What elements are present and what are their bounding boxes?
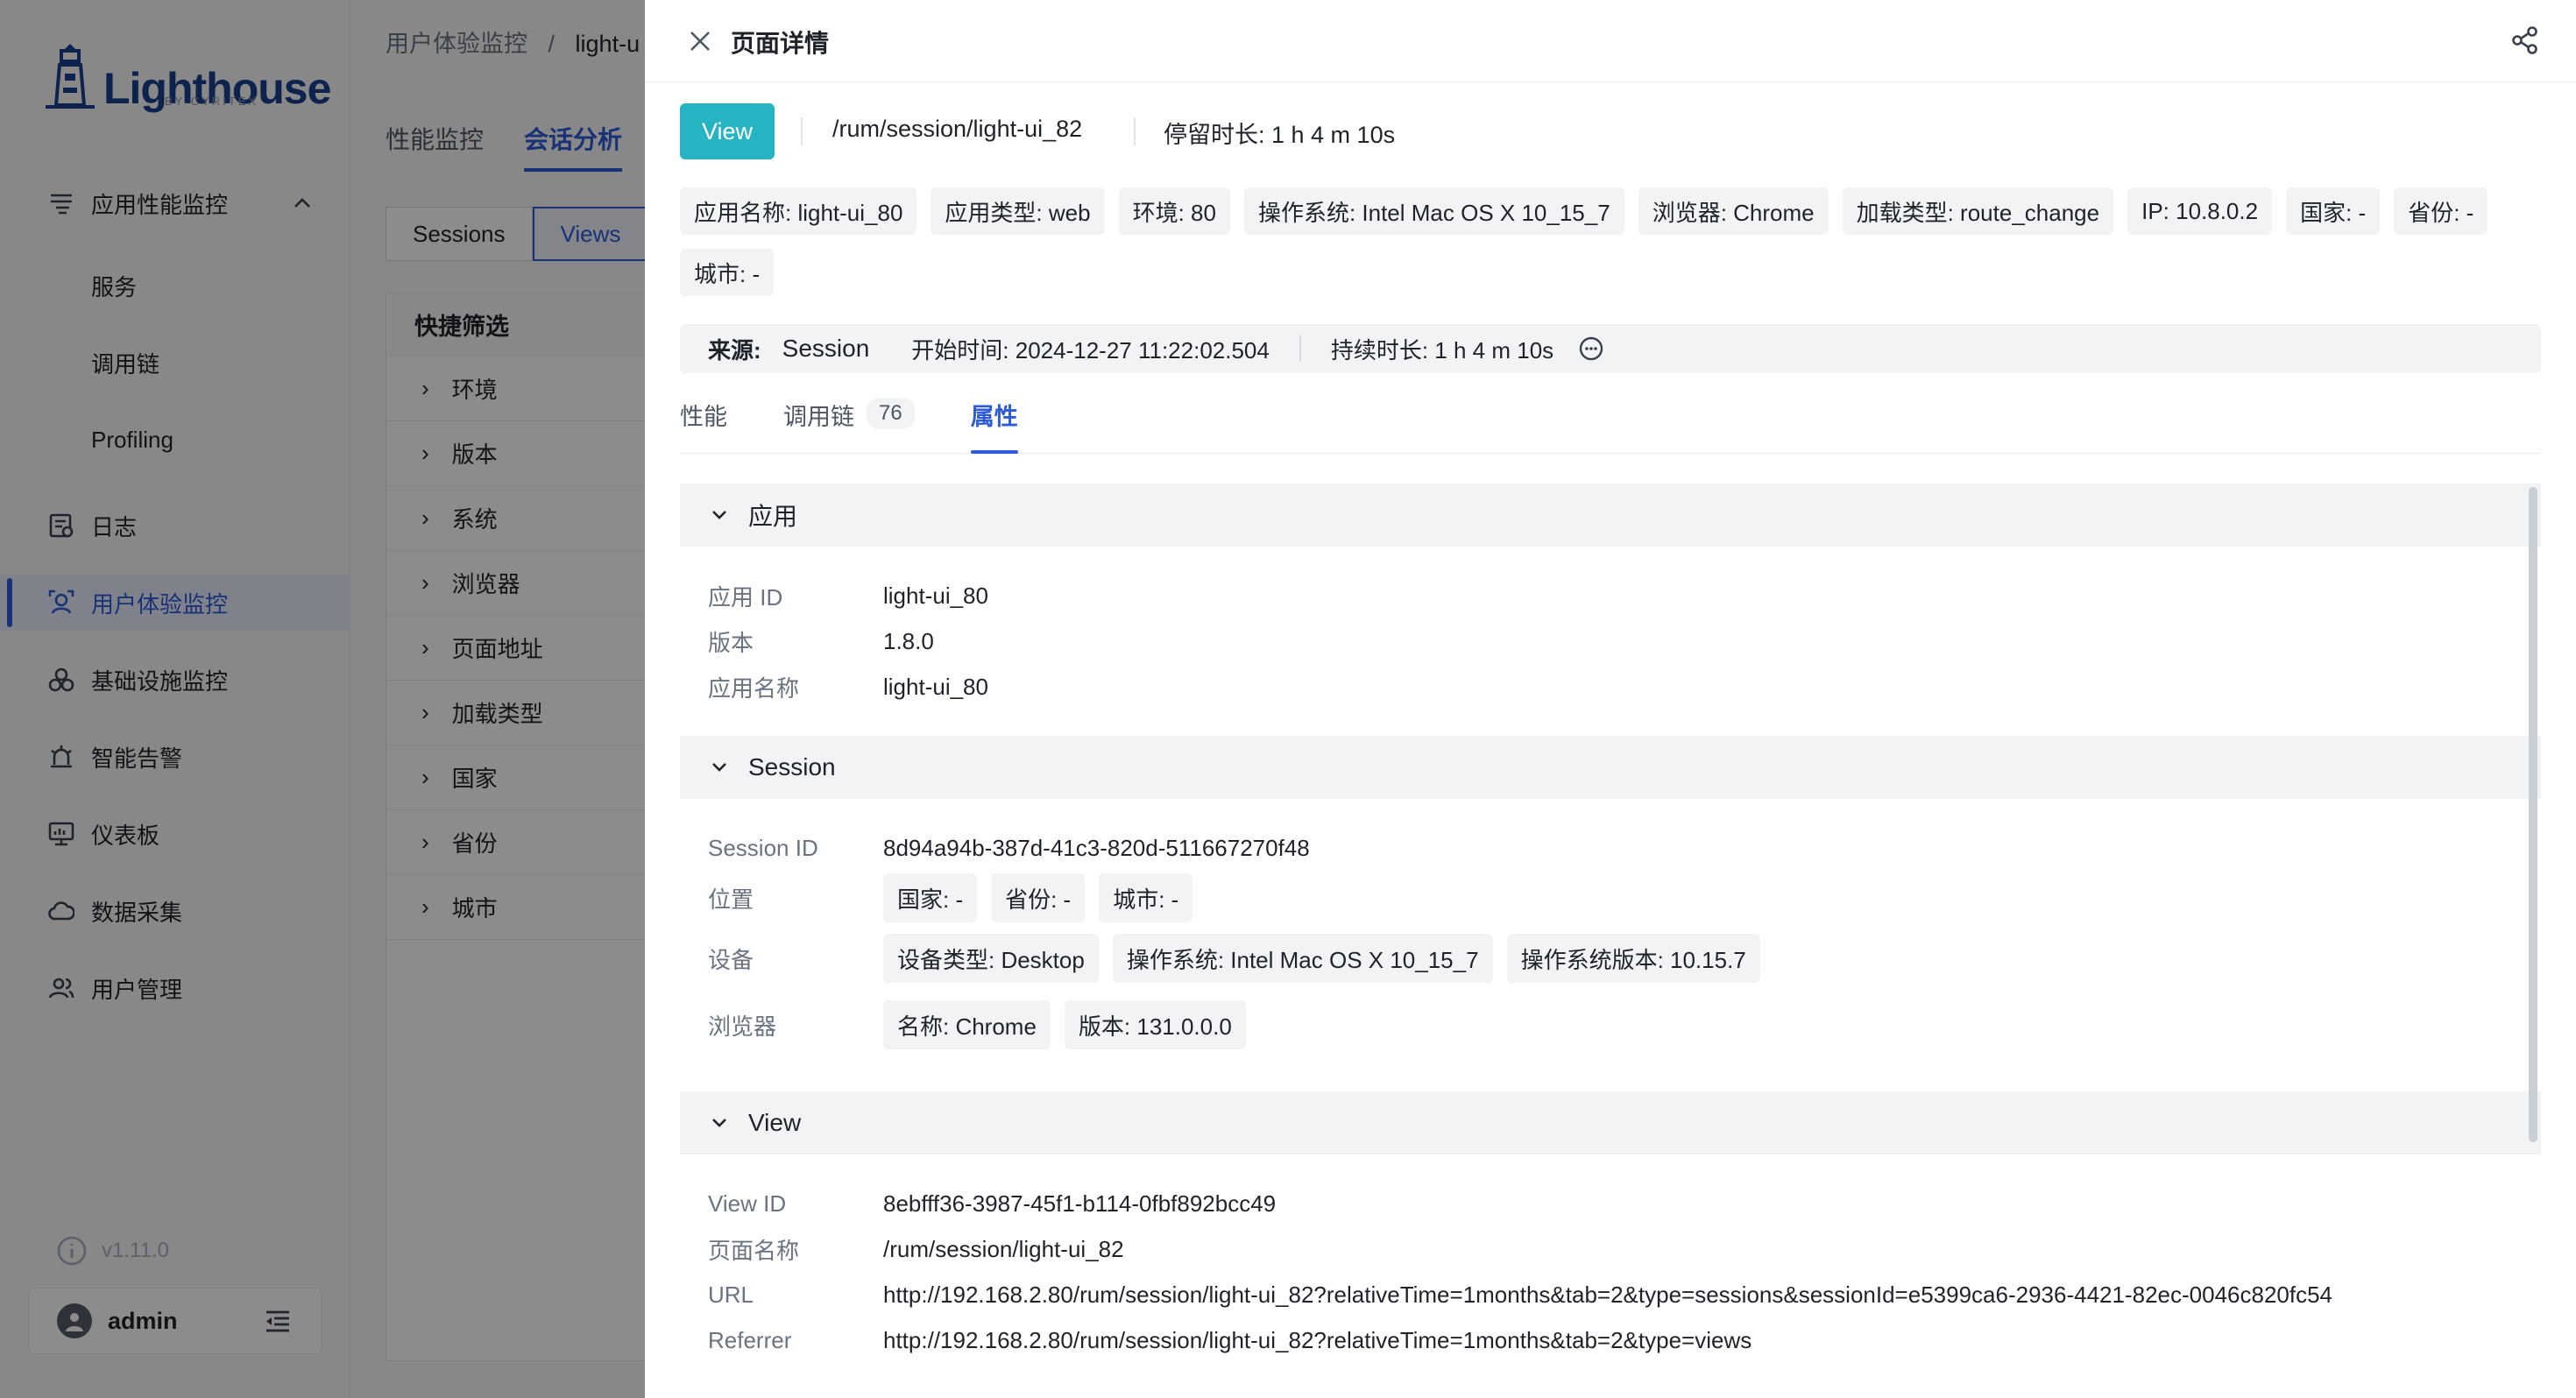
trace-count-badge: 76 [867, 398, 915, 429]
attr-value[interactable]: http://192.168.2.80/rum/session/light-ui… [883, 1327, 1752, 1354]
view-path: /rum/session/light-ui_82 [832, 116, 1083, 142]
attribute-tags: 应用名称: light-ui_80 应用类型: web 环境: 80 操作系统:… [680, 187, 2546, 296]
attr-row: 位置 国家: - 省份: - 城市: - [708, 871, 2541, 925]
page-detail-drawer: 页面详情 View /rum/session/light-ui_82 停留时长:… [645, 0, 2576, 1398]
source-label: 来源: [708, 336, 761, 364]
browser-tag: 名称: Chrome [883, 1000, 1051, 1049]
attr-key: 页面名称 [708, 1237, 800, 1264]
section-header-app[interactable]: 应用 [680, 484, 2541, 547]
attr-value: 国家: - 省份: - 城市: - [883, 873, 1193, 922]
more-button[interactable] [1578, 335, 1604, 362]
attr-value: light-ui_80 [883, 582, 988, 609]
tab-label: 性能 [680, 404, 727, 430]
close-button[interactable] [685, 26, 715, 56]
attr-value: 1.8.0 [883, 627, 934, 654]
section-body-view: View ID 8ebfff36-3987-45f1-b114-0fbf892bc… [680, 1154, 2541, 1382]
tab-attributes[interactable]: 属性 [970, 391, 1018, 454]
attr-row: 版本 1.8.0 [708, 618, 2541, 664]
attr-value: light-ui_80 [883, 673, 988, 700]
share-icon [2512, 26, 2537, 54]
tab-label: 属性 [970, 404, 1018, 430]
scrollbar[interactable] [2529, 487, 2537, 1142]
attr-row: 页面名称/rum/session/light-ui_82 [708, 1226, 2541, 1272]
section-title: 应用 [748, 503, 798, 530]
attributes-panel: 应用 应用 ID light-ui_80 版本 1.8.0 应用名称 light-ui… [680, 484, 2541, 1398]
tag-load-type: 加载类型: route_change [1842, 187, 2114, 235]
tag-country: 国家: - [2286, 187, 2381, 235]
attr-row: 浏览器 名称: Chrome 版本: 131.0.0.0 [708, 992, 2541, 1058]
browser-tag: 版本: 131.0.0.0 [1064, 1000, 1246, 1049]
attr-row: 应用 ID light-ui_80 [708, 573, 2541, 618]
attr-key: 应用名称 [708, 674, 800, 702]
attr-row: View ID 8ebfff36-3987-45f1-b114-0fbf892bc… [708, 1181, 2541, 1226]
attr-value[interactable]: http://192.168.2.80/rum/session/light-ui… [883, 1282, 2332, 1309]
tab-performance[interactable]: 性能 [680, 391, 727, 454]
attr-value: 设备类型: Desktop 操作系统: Intel Mac OS X 10_15… [883, 934, 1760, 983]
attr-row: 应用名称 light-ui_80 [708, 664, 2541, 710]
tab-label: 调用链 [783, 404, 854, 430]
attr-value: 8d94a94b-387d-41c3-820d-511667270f48 [883, 834, 1310, 861]
drawer-header: 页面详情 [645, 0, 2576, 82]
attr-key: 位置 [708, 886, 754, 913]
attr-key: 版本 [708, 629, 754, 656]
session-duration: 持续时长: 1 h 4 m 10s [1330, 336, 1554, 364]
device-tag: 操作系统: Intel Mac OS X 10_15_7 [1112, 934, 1493, 983]
device-tag: 操作系统版本: 10.15.7 [1506, 934, 1760, 983]
attr-key: 设备 [708, 946, 754, 973]
attr-row: URL http://192.168.2.80/rum/session/light… [708, 1272, 2541, 1317]
drawer-title: 页面详情 [731, 30, 830, 57]
section-body-session: Session ID 8d94a94b-387d-41c3-820d-511667… [680, 799, 2541, 1091]
tag-os: 操作系统: Intel Mac OS X 10_15_7 [1243, 187, 1624, 235]
section-header-view[interactable]: View [680, 1091, 2541, 1154]
chevron-down-icon [712, 511, 726, 519]
attr-key: 应用 ID [708, 583, 783, 611]
chevron-down-icon [712, 1119, 726, 1127]
tab-traces[interactable]: 调用链 76 [783, 391, 915, 454]
tag-ip: IP: 10.8.0.2 [2127, 187, 2273, 235]
attr-value: 8ebfff36-3987-45f1-b114-0fbf892bcc49 [883, 1190, 1277, 1217]
location-tag: 城市: - [1099, 873, 1193, 922]
attr-key: Referrer [708, 1326, 792, 1353]
share-button[interactable] [2509, 25, 2541, 56]
attr-row: Referrer http://192.168.2.80/rum/session/… [708, 1317, 2541, 1363]
more-icon [1579, 336, 1603, 361]
detail-tabs: 性能 调用链 76 属性 [680, 391, 2541, 454]
tag-env: 环境: 80 [1118, 187, 1230, 235]
close-icon [690, 32, 710, 51]
chevron-down-icon [712, 763, 726, 772]
section-header-session[interactable]: Session [680, 736, 2541, 799]
section-body-app: 应用 ID light-ui_80 版本 1.8.0 应用名称 light-ui_80 [680, 547, 2541, 736]
divider [1134, 117, 1136, 145]
divider [1299, 335, 1301, 362]
attr-key: Session ID [708, 834, 818, 861]
section-title: View [748, 1109, 802, 1136]
tag-app-name: 应用名称: light-ui_80 [680, 187, 917, 235]
tag-app-type: 应用类型: web [931, 187, 1105, 235]
attr-value: 名称: Chrome 版本: 131.0.0.0 [883, 1000, 1246, 1049]
stay-duration: 停留时长: 1 h 4 m 10s [1164, 122, 1396, 148]
section-title: Session [748, 753, 836, 780]
start-time: 开始时间: 2024-12-27 11:22:02.504 [911, 336, 1270, 364]
device-tag: 设备类型: Desktop [883, 934, 1099, 983]
divider [801, 117, 803, 145]
attr-key: 浏览器 [708, 1013, 777, 1040]
attr-key: URL [708, 1281, 754, 1308]
modal-mask[interactable] [0, 0, 645, 1398]
location-tag: 省份: - [991, 873, 1086, 922]
location-tag: 国家: - [883, 873, 978, 922]
attr-value: /rum/session/light-ui_82 [883, 1235, 1124, 1262]
attr-row: 设备 设备类型: Desktop 操作系统: Intel Mac OS X 10… [708, 925, 2541, 992]
source-value: Session [782, 335, 870, 362]
source-bar: 来源: Session 开始时间: 2024-12-27 11:22:02.50… [680, 324, 2541, 373]
tag-city: 城市: - [680, 249, 775, 296]
tag-browser: 浏览器: Chrome [1638, 187, 1829, 235]
attr-row: Session ID 8d94a94b-387d-41c3-820d-511667… [708, 825, 2541, 871]
attr-key: View ID [708, 1190, 787, 1217]
tag-province: 省份: - [2394, 187, 2488, 235]
view-type-button[interactable]: View [680, 103, 775, 159]
